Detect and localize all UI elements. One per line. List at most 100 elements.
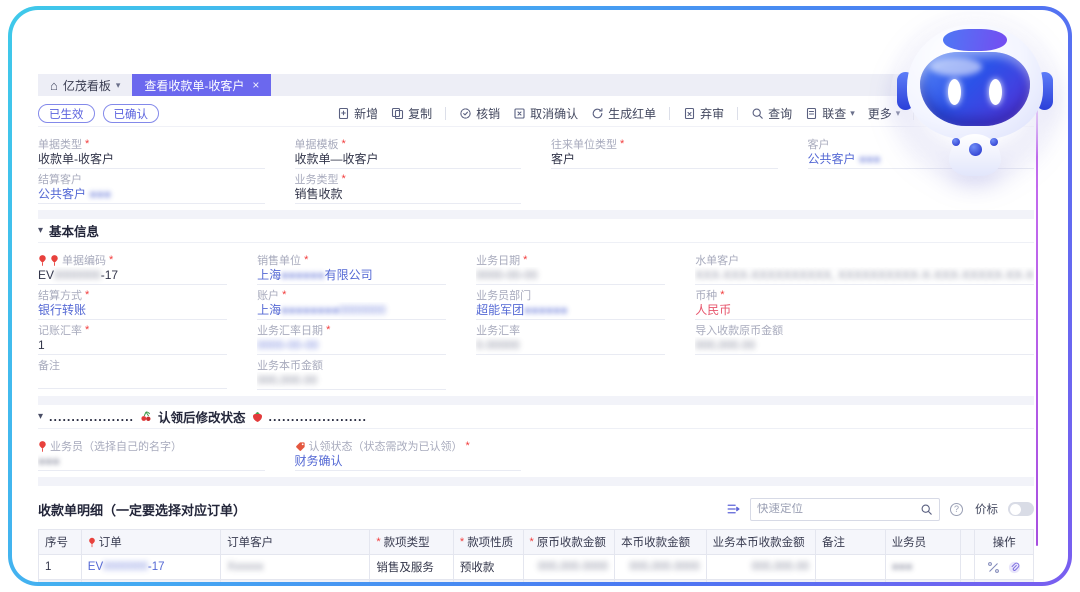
field-book-rate: 记账汇率* 1 (38, 320, 227, 355)
cell-action (975, 555, 1034, 580)
discard-audit-button[interactable]: 弃审 (683, 105, 724, 122)
attachment-icon[interactable] (1008, 561, 1021, 574)
price-tag-label: 价标 (975, 501, 998, 517)
claim-section-header: ▾ ................... 认领后修改状态 ..........… (38, 405, 1034, 429)
total-biz: 000,000.00 (706, 580, 815, 583)
col-order: 订单 (81, 530, 220, 555)
biz-type-value: 销售收款 (295, 186, 522, 204)
status-badge-effective: 已生效 (38, 104, 95, 123)
basic-info-form: 单据编码* EV0000000-17 销售单位* 上海●●●●●●有限公司 业务… (38, 250, 1034, 390)
remark-value[interactable] (38, 372, 227, 389)
toolbar-divider (445, 107, 446, 120)
table-header-row: 序号 订单 订单客户 *款项类型 *款项性质 *原币收款金额 本币收款金额 业务… (39, 530, 1034, 555)
query-button[interactable]: 查询 (751, 105, 792, 122)
robot-visor (920, 52, 1030, 126)
customer-link[interactable]: 公共客户 (808, 152, 856, 166)
doc-plus-icon (337, 107, 350, 120)
column-settings-icon[interactable] (726, 502, 740, 516)
cell-pay-type[interactable]: 销售及服务 (370, 555, 454, 580)
help-icon[interactable]: ? (950, 503, 963, 516)
robot-head (907, 24, 1043, 140)
tab-view-receipt[interactable]: 查看收款单-收客户 × (132, 74, 271, 96)
field-biz-type: 业务类型* 销售收款 (295, 169, 522, 204)
basic-info-header: ▾ 基本信息 (38, 219, 1034, 243)
cell-pay-nature[interactable]: 预收款 (453, 555, 523, 580)
field-doc-type: 单据类型* 收款单-收客户 (38, 134, 265, 169)
pin-icon (88, 537, 96, 548)
section-gap (38, 210, 1034, 219)
quick-locate-search[interactable] (750, 498, 940, 521)
search-icon (920, 503, 933, 516)
currency-value: 人民币 (695, 302, 1034, 320)
box-x-icon (513, 107, 526, 120)
robot-body (949, 134, 1001, 176)
settle-method-link[interactable]: 银行转账 (38, 303, 86, 317)
price-tag-toggle[interactable] (1008, 502, 1034, 516)
search-input[interactable] (757, 503, 920, 515)
writeoff-button[interactable]: 核销 (459, 105, 500, 122)
field-doc-template: 单据模板* 收款单—收客户 (295, 134, 522, 169)
total-orig: 000,000.0000 (523, 580, 615, 583)
header-form: 单据类型* 收款单-收客户 单据模板* 收款单—收客户 往来单位类型* 客户 客… (38, 134, 1034, 204)
copy-button[interactable]: 复制 (391, 105, 432, 122)
field-salesman-dept: 业务员部门 超能军团●●●●●● (476, 285, 665, 320)
collapse-icon[interactable]: ▾ (38, 411, 43, 422)
field-import-amount: 导入收款原币金额 000,000.00 (695, 320, 1034, 355)
chevron-down-icon: ▾ (850, 108, 855, 119)
claim-status-link[interactable]: 财务确认 (295, 454, 343, 468)
basic-info-title: 基本信息 (49, 221, 99, 240)
chevron-down-icon: ▾ (116, 80, 121, 91)
new-button[interactable]: 新增 (337, 105, 378, 122)
field-biz-local-amount: 业务本币金额 000,000.00 (257, 355, 446, 390)
cell-remark[interactable] (816, 555, 886, 580)
collapse-icon[interactable]: ▾ (38, 225, 43, 236)
total-label: 合计 (39, 580, 82, 583)
field-remark: 备注 (38, 355, 227, 390)
board-menu[interactable]: ⌂ 亿茂看板 ▾ (38, 74, 132, 96)
tab-bar: ⌂ 亿茂看板 ▾ 查看收款单-收客户 × (38, 74, 1034, 96)
field-claim-status: 认领状态（状态需改为已认领）* 财务确认 (295, 436, 522, 471)
claim-form: 业务员（选择自己的名字） ●●● 认领状态（状态需改为已认领）* 财务确认 (38, 436, 1034, 471)
doc-template-value: 收款单—收客户 (295, 151, 522, 169)
claim-section-title: 认领后修改状态 (158, 407, 246, 426)
home-icon: ⌂ (50, 78, 58, 93)
badge-check-icon (459, 107, 472, 120)
robot-cap (943, 29, 1007, 51)
total-local: 000,000.0000 (615, 580, 707, 583)
order-link[interactable]: EV0000000-17 (88, 561, 165, 573)
split-icon[interactable] (987, 561, 1000, 574)
field-account: 账户* 上海●●●●●●●●0000000 (257, 285, 446, 320)
field-currency: 币种* 人民币 (695, 285, 1034, 320)
cell-order: EV0000000-17 (81, 555, 220, 580)
cell-order-customer: Xxxxxx (221, 555, 370, 580)
salesman-dept-link[interactable]: 超能军团●●●●●● (476, 303, 568, 317)
section-gap (38, 477, 1034, 486)
robot-mascot[interactable] (896, 20, 1054, 178)
cancel-confirm-button[interactable]: 取消确认 (513, 105, 578, 122)
tab-label: 查看收款单-收客户 (144, 77, 244, 94)
settle-customer-link[interactable]: 公共客户 (38, 187, 86, 201)
col-biz-local-amount: 业务本币收款金额 (706, 530, 815, 555)
app-frame: ⌂ 亿茂看板 ▾ 查看收款单-收客户 × 已生效 已确认 新增 (8, 6, 1072, 586)
close-icon[interactable]: × (252, 78, 259, 92)
linked-query-button[interactable]: 联查 ▾ (805, 105, 855, 122)
col-order-customer: 订单客户 (221, 530, 370, 555)
strawberry-icon (252, 411, 263, 423)
col-pay-type: *款项类型 (370, 530, 454, 555)
field-settle-method: 结算方式* 银行转账 (38, 285, 227, 320)
col-remark: 备注 (816, 530, 886, 555)
field-biz-rate-date: 业务汇率日期* 0000-00-00 (257, 320, 446, 355)
account-link[interactable]: 上海●●●●●●●●0000000 (257, 303, 386, 317)
sales-unit-link[interactable]: 上海●●●●●●有限公司 (257, 268, 373, 282)
field-sales-unit: 销售单位* 上海●●●●●●有限公司 (257, 250, 446, 285)
book-rate-value: 1 (38, 337, 227, 355)
doc-x-icon (683, 107, 696, 120)
section-gap (38, 396, 1034, 405)
table-total-row: 合计 000,000.0000 000,000.0000 000,000.00 (39, 580, 1034, 583)
field-settle-customer: 结算客户 公共客户 ●●● (38, 169, 265, 204)
generate-red-note-button[interactable]: 生成红单 (591, 105, 656, 122)
doc-lines-icon (805, 107, 818, 120)
field-claim-salesman: 业务员（选择自己的名字） ●●● (38, 436, 265, 471)
table-row[interactable]: 1 EV0000000-17 Xxxxxx 销售及服务 预收款 000,000.… (39, 555, 1034, 580)
field-biz-date: 业务日期* 0000-00-00 (476, 250, 665, 285)
